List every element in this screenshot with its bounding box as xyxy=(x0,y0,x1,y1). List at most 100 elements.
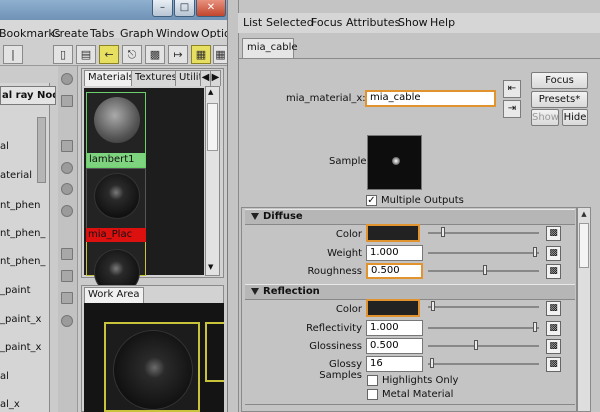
shader-sphere-icon xyxy=(94,173,140,219)
diffuse-roughness-field[interactable]: 0.500 xyxy=(366,263,423,279)
shader-icon[interactable] xyxy=(61,315,73,327)
map-button-icon[interactable]: ▩ xyxy=(546,226,561,241)
tab-scroll-right-icon[interactable]: ▶ xyxy=(210,70,221,86)
menu-attributes[interactable]: Attributes xyxy=(346,16,400,29)
shader-icon[interactable] xyxy=(61,183,73,195)
reflectivity-field[interactable]: 1.000 xyxy=(366,320,423,336)
presets-button[interactable]: Presets* xyxy=(531,91,588,108)
hide-button[interactable]: Hide xyxy=(562,109,588,126)
reflection-color-swatch[interactable] xyxy=(366,299,420,317)
list-item[interactable]: nt_phen xyxy=(0,200,48,211)
tab-mia-cable[interactable]: mia_cable xyxy=(242,38,298,58)
scroll-down-icon[interactable]: ▼ xyxy=(208,263,213,271)
reflectivity-slider[interactable] xyxy=(428,327,539,329)
node-icon[interactable] xyxy=(61,270,73,282)
next-section-divider xyxy=(245,404,575,412)
scroll-up-icon[interactable]: ▲ xyxy=(578,208,590,220)
tab-divider xyxy=(238,58,600,59)
slider-thumb[interactable] xyxy=(533,247,537,257)
list-item[interactable]: nt_phen_ xyxy=(0,228,48,239)
slider-thumb[interactable] xyxy=(441,227,445,237)
swatch-lambert1[interactable]: lambert1 xyxy=(86,92,146,168)
map-button-icon[interactable]: ▩ xyxy=(546,301,561,316)
tab-materials[interactable]: Materials xyxy=(84,70,138,86)
shader-icon[interactable] xyxy=(61,205,73,217)
output-connections-icon[interactable]: ↦ xyxy=(168,45,188,64)
list-item[interactable]: al xyxy=(0,371,48,382)
menu-help[interactable]: Help xyxy=(430,16,455,29)
slider-thumb[interactable] xyxy=(474,340,478,350)
slider-thumb[interactable] xyxy=(431,301,435,311)
shader-icon[interactable] xyxy=(61,162,73,174)
multiple-outputs-checkbox[interactable]: ✓ xyxy=(366,195,377,206)
arrow-left-icon[interactable]: ← xyxy=(99,45,119,64)
swatch-label: lambert1 xyxy=(87,153,145,167)
diffuse-color-swatch[interactable] xyxy=(366,224,420,242)
collapse-triangle-icon[interactable] xyxy=(251,288,259,295)
map-button-icon[interactable]: ▩ xyxy=(546,339,561,354)
maximize-button[interactable]: □ xyxy=(174,0,195,17)
list-item[interactable]: al_x xyxy=(0,399,48,410)
grid-icon[interactable] xyxy=(61,95,73,107)
map-button-icon[interactable]: ▩ xyxy=(546,264,561,279)
reflection-color-slider[interactable] xyxy=(428,306,539,308)
list-item[interactable]: _paint_x xyxy=(0,314,48,325)
tab-textures[interactable]: Textures xyxy=(131,70,181,86)
eraser-icon[interactable]: ▯ xyxy=(53,45,73,64)
node-icon[interactable] xyxy=(61,292,73,304)
menu-list[interactable]: List xyxy=(243,16,262,29)
io-connections-icon[interactable]: ▩ xyxy=(145,45,165,64)
minimize-button[interactable]: – xyxy=(152,0,173,17)
collapse-triangle-icon[interactable] xyxy=(251,213,259,220)
section-title: Diffuse xyxy=(263,211,303,222)
slider-thumb[interactable] xyxy=(533,322,537,332)
shader-icon[interactable] xyxy=(61,73,73,85)
graph-tool-icon[interactable]: ▤ xyxy=(76,45,96,64)
input-connections-icon[interactable]: ⎋ xyxy=(122,45,142,64)
node-icon[interactable] xyxy=(61,248,73,260)
tab-work-area[interactable]: Work Area xyxy=(84,287,144,303)
reflection-color-label: Color xyxy=(335,304,362,315)
output-connection-icon[interactable]: ⇥ xyxy=(503,100,521,118)
reflectivity-label: Reflectivity xyxy=(306,323,362,334)
list-item[interactable]: nt_phen_ xyxy=(0,256,48,267)
shader-sphere-icon xyxy=(94,97,140,143)
materials-scroll-thumb[interactable] xyxy=(207,103,218,151)
menu-selected[interactable]: Selected xyxy=(266,16,314,29)
glossiness-slider[interactable] xyxy=(428,345,539,347)
node-list-scrollbar[interactable] xyxy=(37,117,46,183)
metal-material-checkbox[interactable] xyxy=(367,389,378,400)
multiple-outputs-label: Multiple Outputs xyxy=(381,195,464,206)
diffuse-weight-field[interactable]: 1.000 xyxy=(366,245,423,261)
glossy-samples-slider[interactable] xyxy=(428,363,539,365)
close-button[interactable]: ✕ xyxy=(196,0,226,17)
scroll-up-icon[interactable]: ▲ xyxy=(208,88,213,96)
map-button-icon[interactable]: ▩ xyxy=(546,321,561,336)
glossiness-field[interactable]: 0.500 xyxy=(366,338,423,354)
section-diffuse[interactable]: Diffuse xyxy=(245,209,575,225)
menu-focus[interactable]: Focus xyxy=(311,16,342,29)
shader-icon[interactable] xyxy=(61,140,73,152)
focus-button[interactable]: Focus xyxy=(531,72,588,89)
list-item[interactable]: _paint_x xyxy=(0,342,48,353)
map-button-icon[interactable]: ▩ xyxy=(546,246,561,261)
glossy-samples-field[interactable]: 16 xyxy=(366,356,423,372)
highlights-only-checkbox[interactable] xyxy=(367,375,378,386)
node-name-field[interactable]: mia_cable xyxy=(365,90,496,107)
slider-thumb[interactable] xyxy=(430,358,434,368)
tab-utilities[interactable]: Utilit xyxy=(175,70,202,86)
attribute-scroll-thumb[interactable] xyxy=(579,223,589,268)
graph-layout-2-icon[interactable]: ▦ xyxy=(213,45,227,64)
input-connection-icon[interactable]: ⇤ xyxy=(503,80,521,98)
section-reflection[interactable]: Reflection xyxy=(245,284,575,300)
node-list-header[interactable]: al ray Nodes xyxy=(0,86,56,105)
work-area-node[interactable] xyxy=(205,322,224,382)
slider-thumb[interactable] xyxy=(483,265,487,275)
diffuse-weight-label: Weight xyxy=(327,248,362,259)
map-button-icon[interactable]: ▩ xyxy=(546,357,561,372)
show-button[interactable]: Show xyxy=(531,109,559,126)
graph-layout-icon[interactable]: ▦ xyxy=(191,45,211,64)
list-item[interactable]: _paint xyxy=(0,285,48,296)
menu-show[interactable]: Show xyxy=(398,16,428,29)
diffuse-weight-slider[interactable] xyxy=(428,252,539,254)
